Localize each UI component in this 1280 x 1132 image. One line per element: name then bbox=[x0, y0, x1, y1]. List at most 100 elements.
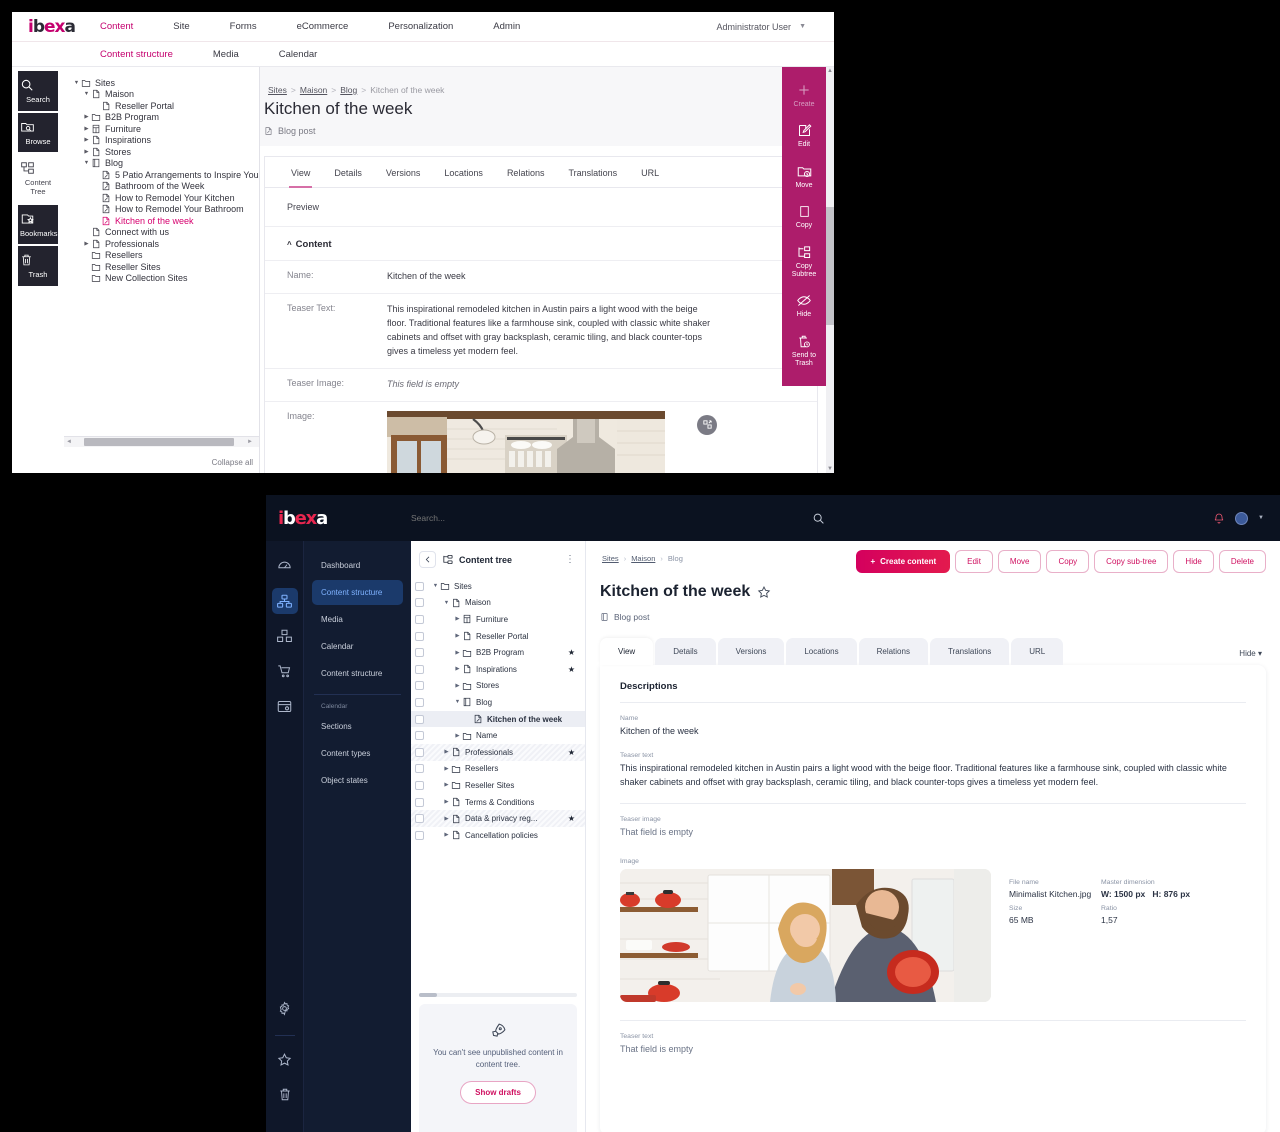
topnav-personalization[interactable]: Personalization bbox=[368, 21, 473, 32]
collapse-panel-button[interactable] bbox=[419, 551, 436, 568]
bookmark-star-icon[interactable]: ★ bbox=[568, 814, 575, 823]
tree-item-how-to-remodel-your-bathroom[interactable]: How to Remodel Your Bathroom bbox=[68, 204, 255, 216]
hide-button[interactable]: Hide bbox=[1173, 550, 1214, 573]
products-icon[interactable] bbox=[272, 623, 298, 649]
notification-bell-icon[interactable] bbox=[1213, 512, 1225, 525]
content-tree-icon[interactable] bbox=[271, 588, 298, 614]
bookmark-star-icon[interactable]: ★ bbox=[568, 665, 575, 674]
topnav-admin[interactable]: Admin bbox=[473, 21, 540, 32]
tree-toggle-icon[interactable]: ▶ bbox=[442, 766, 451, 772]
tree-item-maison[interactable]: ▼ Maison bbox=[68, 89, 255, 101]
tree-toggle-icon[interactable]: ▼ bbox=[72, 80, 81, 86]
trash-icon[interactable] bbox=[272, 1081, 298, 1107]
tab-relations[interactable]: Relations bbox=[858, 638, 928, 665]
breadcrumb-maison[interactable]: Maison bbox=[631, 554, 655, 563]
tree-toggle-icon[interactable]: ▼ bbox=[82, 160, 91, 166]
search-input[interactable] bbox=[411, 513, 711, 523]
create-content-button[interactable]: + Create content bbox=[856, 550, 951, 573]
tree-toggle-icon[interactable]: ▶ bbox=[453, 666, 462, 672]
ibexa-logo[interactable]: ibexa bbox=[12, 17, 80, 37]
tree-item-how-to-remodel-your-kitchen[interactable]: How to Remodel Your Kitchen bbox=[68, 192, 255, 204]
tree-item-checkbox[interactable] bbox=[415, 731, 424, 741]
hide-fields-dropdown[interactable]: Hide ▾ bbox=[1239, 649, 1262, 658]
tree-item-kitchen-of-the-week[interactable]: Kitchen of the week bbox=[68, 215, 255, 227]
dashboard-icon[interactable] bbox=[272, 553, 298, 579]
tree-item-professionals[interactable]: ▶ Professionals ★ bbox=[411, 743, 585, 761]
tree-toggle-icon[interactable]: ▶ bbox=[82, 241, 91, 247]
copy-subtree-button[interactable]: Copy sub-tree bbox=[1094, 550, 1169, 573]
tree-toggle-icon[interactable]: ▶ bbox=[442, 749, 451, 755]
user-menu[interactable]: Administrator User ▼ bbox=[717, 22, 806, 32]
tree-toggle-icon[interactable]: ▼ bbox=[82, 91, 91, 97]
breadcrumb-sites[interactable]: Sites bbox=[268, 85, 287, 95]
tree-item-terms-conditions[interactable]: ▶ Terms & Conditions bbox=[411, 794, 585, 811]
tree-toggle-icon[interactable]: ▼ bbox=[442, 600, 451, 606]
tree-item-checkbox[interactable] bbox=[415, 681, 424, 691]
nav-item-content-types[interactable]: Content types bbox=[312, 741, 403, 766]
rail-item-bookmarks[interactable]: Bookmarks bbox=[18, 204, 58, 245]
tree-item-professionals[interactable]: ▶ Professionals bbox=[68, 238, 255, 250]
tree-toggle-icon[interactable]: ▶ bbox=[82, 149, 91, 155]
search-icon[interactable] bbox=[812, 512, 825, 525]
top-tree-hscrollbar[interactable]: ◄ ► bbox=[64, 436, 259, 447]
tree-toggle-icon[interactable]: ▶ bbox=[442, 832, 451, 838]
tab-url[interactable]: URL bbox=[629, 157, 671, 187]
tree-item-resellers[interactable]: Resellers bbox=[68, 250, 255, 262]
tree-item-reseller-portal[interactable]: ▶ Reseller Portal bbox=[411, 628, 585, 645]
tree-item-sites[interactable]: ▼ Sites bbox=[68, 77, 255, 89]
tree-hscrollbar[interactable] bbox=[419, 993, 577, 997]
tree-item-checkbox[interactable] bbox=[415, 598, 424, 608]
tree-toggle-icon[interactable]: ▼ bbox=[453, 699, 462, 705]
tree-toggle-icon[interactable]: ▶ bbox=[82, 137, 91, 143]
rail-item-content-tree[interactable]: Content Tree bbox=[18, 154, 58, 203]
tree-item-checkbox[interactable] bbox=[415, 830, 424, 840]
nav-item-media[interactable]: Media bbox=[312, 607, 403, 632]
bookmark-star-icon[interactable] bbox=[757, 585, 771, 599]
tree-item-kitchen-of-the-week[interactable]: Kitchen of the week bbox=[411, 710, 585, 728]
tree-item-reseller-portal[interactable]: Reseller Portal bbox=[68, 100, 255, 112]
tree-item-checkbox[interactable] bbox=[415, 614, 424, 624]
tab-view[interactable]: View bbox=[600, 638, 654, 665]
kitchen-preview-image[interactable] bbox=[387, 410, 665, 473]
tree-item-data-privacy-reg[interactable]: ▶ Data & privacy reg... ★ bbox=[411, 810, 585, 827]
action-copy[interactable]: Copy bbox=[782, 197, 826, 237]
action-hide[interactable]: Hide bbox=[782, 286, 826, 326]
bookmark-star-icon[interactable]: ★ bbox=[568, 648, 575, 657]
tab-locations[interactable]: Locations bbox=[786, 638, 857, 665]
nav-item-dashboard[interactable]: Dashboard bbox=[312, 553, 403, 578]
tab-versions[interactable]: Versions bbox=[374, 157, 433, 187]
global-search[interactable] bbox=[411, 512, 831, 525]
tree-item-checkbox[interactable] bbox=[415, 631, 424, 641]
tree-toggle-icon[interactable]: ▼ bbox=[431, 583, 440, 589]
topnav-site[interactable]: Site bbox=[153, 21, 209, 32]
gear-icon[interactable] bbox=[272, 995, 298, 1021]
tree-toggle-icon[interactable]: ▶ bbox=[82, 114, 91, 120]
breadcrumb-maison[interactable]: Maison bbox=[300, 85, 327, 95]
tree-item-reseller-sites[interactable]: Reseller Sites bbox=[68, 261, 255, 273]
tab-view[interactable]: View bbox=[279, 157, 322, 188]
scroll-up-arrow-icon[interactable]: ▲ bbox=[827, 68, 833, 74]
action-move[interactable]: Move bbox=[782, 157, 826, 197]
tree-item-checkbox[interactable] bbox=[415, 764, 424, 774]
bookmarks-star-icon[interactable] bbox=[272, 1046, 298, 1072]
tree-item-new-collection-sites[interactable]: New Collection Sites bbox=[68, 273, 255, 285]
action-create[interactable]: Create bbox=[782, 75, 826, 116]
tree-toggle-icon[interactable]: ▶ bbox=[442, 799, 451, 805]
tree-item-checkbox[interactable] bbox=[415, 747, 424, 757]
tree-item-checkbox[interactable] bbox=[415, 814, 424, 824]
action-send-to-trash[interactable]: Send to Trash bbox=[782, 327, 826, 376]
tree-item-reseller-sites[interactable]: ▶ Reseller Sites bbox=[411, 777, 585, 794]
cart-icon[interactable] bbox=[272, 658, 298, 684]
kitchen-couple-image[interactable] bbox=[620, 868, 991, 1002]
copy-button[interactable]: Copy bbox=[1046, 550, 1090, 573]
topnav-ecommerce[interactable]: eCommerce bbox=[277, 21, 369, 32]
expand-image-button[interactable] bbox=[697, 414, 717, 435]
tab-relations[interactable]: Relations bbox=[495, 157, 557, 187]
subnav-calendar[interactable]: Calendar bbox=[259, 49, 338, 60]
tree-item-checkbox[interactable] bbox=[415, 581, 424, 591]
collapse-all-link[interactable]: Collapse all bbox=[212, 458, 253, 467]
tree-item-bathroom-of-the-week[interactable]: Bathroom of the Week bbox=[68, 181, 255, 193]
tab-details[interactable]: Details bbox=[655, 638, 716, 665]
tree-toggle-icon[interactable]: ▶ bbox=[442, 816, 451, 822]
bookmark-star-icon[interactable]: ★ bbox=[568, 748, 575, 757]
